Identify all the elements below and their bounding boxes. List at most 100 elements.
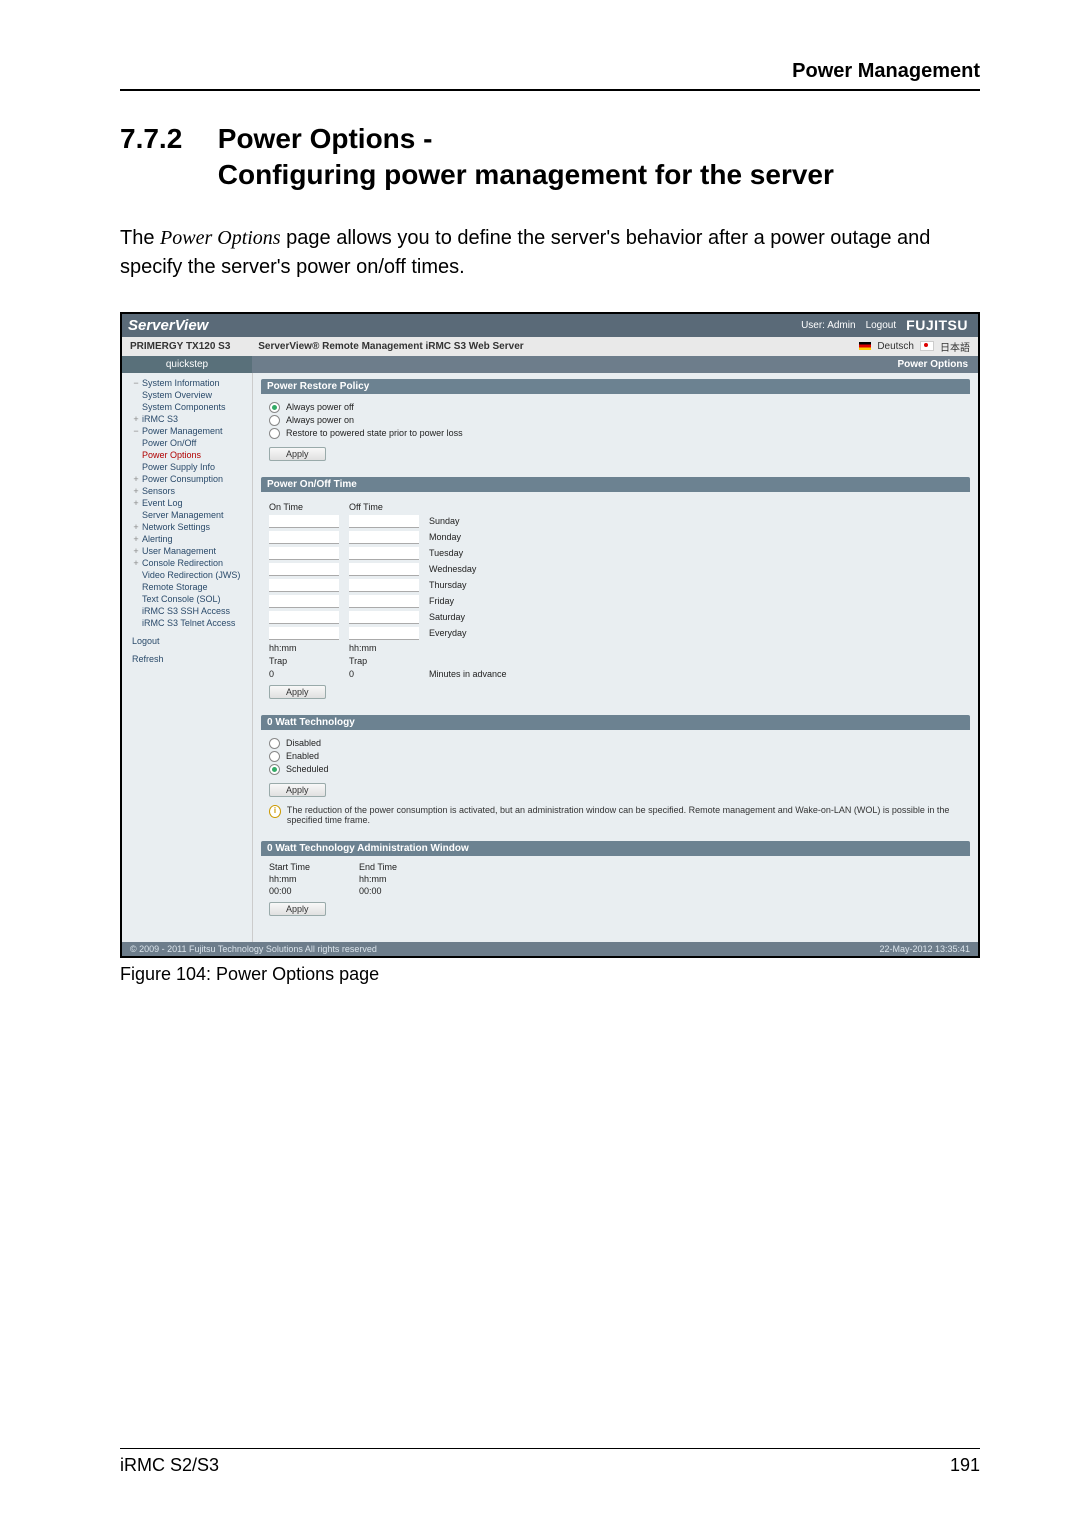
figure-caption: Figure 104: Power Options page — [120, 964, 980, 985]
panel-watt: 0 Watt Technology Disabled Enabled Sched… — [261, 715, 970, 831]
label-sat: Saturday — [429, 612, 962, 622]
radio-disabled[interactable] — [269, 738, 280, 749]
label-mon: Monday — [429, 532, 962, 542]
nav-logout[interactable]: Logout — [122, 635, 252, 647]
nav-telnet-access[interactable]: iRMC S3 Telnet Access — [122, 617, 252, 629]
nav-text-console[interactable]: Text Console (SOL) — [122, 593, 252, 605]
nav-sensors[interactable]: +Sensors — [122, 485, 252, 497]
nav-ssh-access[interactable]: iRMC S3 SSH Access — [122, 605, 252, 617]
apply-restore-button[interactable]: Apply — [269, 447, 326, 461]
input-off-thu[interactable] — [349, 579, 419, 592]
input-on-mon[interactable] — [269, 531, 339, 544]
nav-system-information[interactable]: −System Information — [122, 377, 252, 389]
header-rule — [120, 89, 980, 91]
label-disabled: Disabled — [286, 738, 321, 748]
app-footer: © 2009 - 2011 Fujitsu Technology Solutio… — [122, 942, 978, 956]
nav-network-settings[interactable]: +Network Settings — [122, 521, 252, 533]
nav-server-management[interactable]: Server Management — [122, 509, 252, 521]
nav-power-management[interactable]: −Power Management — [122, 425, 252, 437]
label-start-hhmm: hh:mm — [269, 874, 349, 884]
logout-link[interactable]: Logout — [866, 320, 897, 331]
nav-video-redirection[interactable]: Video Redirection (JWS) — [122, 569, 252, 581]
label-trap-on: Trap — [269, 656, 339, 666]
nav-console-redirection[interactable]: +Console Redirection — [122, 557, 252, 569]
user-name: Admin — [827, 320, 855, 331]
input-off-fri[interactable] — [349, 595, 419, 608]
flag-jp-icon[interactable] — [920, 341, 934, 351]
section-number: 7.7.2 — [120, 121, 210, 157]
footer-left: iRMC S2/S3 — [120, 1455, 219, 1476]
app-titlebar: ServerView User: Admin Logout FUJITSU — [122, 314, 978, 337]
main-content: Power Restore Policy Always power off Al… — [253, 373, 978, 942]
label-tue: Tuesday — [429, 548, 962, 558]
nav-remote-storage[interactable]: Remote Storage — [122, 581, 252, 593]
watt-note: i The reduction of the power consumption… — [269, 805, 962, 825]
input-off-wed[interactable] — [349, 563, 419, 576]
trap-val-off: 0 — [349, 669, 419, 679]
label-start-time: Start Time — [269, 862, 349, 872]
apply-watt-button[interactable]: Apply — [269, 783, 326, 797]
label-restore-prior: Restore to powered state prior to power … — [286, 428, 463, 438]
input-on-tue[interactable] — [269, 547, 339, 560]
input-off-sun[interactable] — [349, 515, 419, 528]
radio-always-off[interactable] — [269, 402, 280, 413]
radio-enabled[interactable] — [269, 751, 280, 762]
label-sun: Sunday — [429, 516, 962, 526]
input-off-sat[interactable] — [349, 611, 419, 624]
input-on-sat[interactable] — [269, 611, 339, 624]
label-fri: Friday — [429, 596, 962, 606]
label-end-hhmm: hh:mm — [359, 874, 439, 884]
input-off-every[interactable] — [349, 627, 419, 640]
radio-restore-prior[interactable] — [269, 428, 280, 439]
label-end-time: End Time — [359, 862, 439, 872]
input-off-mon[interactable] — [349, 531, 419, 544]
nav-power-supply-info[interactable]: Power Supply Info — [122, 461, 252, 473]
label-enabled: Enabled — [286, 751, 319, 761]
radio-always-on[interactable] — [269, 415, 280, 426]
vendor-logo: FUJITSU — [906, 317, 968, 333]
panel-onoff-time: Power On/Off Time On Time Off Time Sunda… — [261, 477, 970, 705]
lang-de[interactable]: Deutsch — [877, 341, 914, 352]
brand-logo: ServerView — [128, 317, 208, 334]
label-hhmm-off: hh:mm — [349, 643, 419, 653]
val-start-time: 00:00 — [269, 886, 349, 896]
input-on-wed[interactable] — [269, 563, 339, 576]
section-heading: 7.7.2 Power Options - Configuring power … — [120, 121, 980, 194]
th-on-time: On Time — [269, 502, 339, 512]
nav-alerting[interactable]: +Alerting — [122, 533, 252, 545]
sub-header-bar: PRIMERGY TX120 S3 ServerView® Remote Man… — [122, 337, 978, 356]
crumb-bar: quickstep Power Options — [122, 356, 978, 373]
lang-jp[interactable]: 日本語 — [940, 339, 970, 354]
subtitle: ServerView® Remote Management iRMC S3 We… — [258, 341, 523, 352]
nav-user-management[interactable]: +User Management — [122, 545, 252, 557]
panel-title-watt: 0 Watt Technology — [261, 715, 970, 730]
section-title-line1: Power Options - — [218, 123, 433, 154]
input-on-sun[interactable] — [269, 515, 339, 528]
label-everyday: Everyday — [429, 628, 962, 638]
input-off-tue[interactable] — [349, 547, 419, 560]
input-on-fri[interactable] — [269, 595, 339, 608]
nav-power-options[interactable]: Power Options — [122, 449, 252, 461]
radio-scheduled[interactable] — [269, 764, 280, 775]
nav-event-log[interactable]: +Event Log — [122, 497, 252, 509]
apply-window-button[interactable]: Apply — [269, 902, 326, 916]
sidebar-crumb: quickstep — [122, 356, 252, 373]
flag-de-icon[interactable] — [859, 342, 871, 350]
nav-refresh[interactable]: Refresh — [122, 653, 252, 665]
model-label: PRIMERGY TX120 S3 — [130, 341, 230, 352]
input-on-every[interactable] — [269, 627, 339, 640]
label-wed: Wednesday — [429, 564, 962, 574]
nav-irmc[interactable]: +iRMC S3 — [122, 413, 252, 425]
running-header: Power Management — [120, 60, 980, 83]
apply-onoff-button[interactable]: Apply — [269, 685, 326, 699]
watt-note-text: The reduction of the power consumption i… — [287, 805, 962, 825]
input-on-thu[interactable] — [269, 579, 339, 592]
copyright: © 2009 - 2011 Fujitsu Technology Solutio… — [130, 944, 377, 954]
nav-power-consumption[interactable]: +Power Consumption — [122, 473, 252, 485]
label-hhmm-on: hh:mm — [269, 643, 339, 653]
nav-system-overview[interactable]: System Overview — [122, 389, 252, 401]
nav-system-components[interactable]: System Components — [122, 401, 252, 413]
panel-title-watt-window: 0 Watt Technology Administration Window — [261, 841, 970, 856]
nav-power-onoff[interactable]: Power On/Off — [122, 437, 252, 449]
panel-power-restore: Power Restore Policy Always power off Al… — [261, 379, 970, 467]
